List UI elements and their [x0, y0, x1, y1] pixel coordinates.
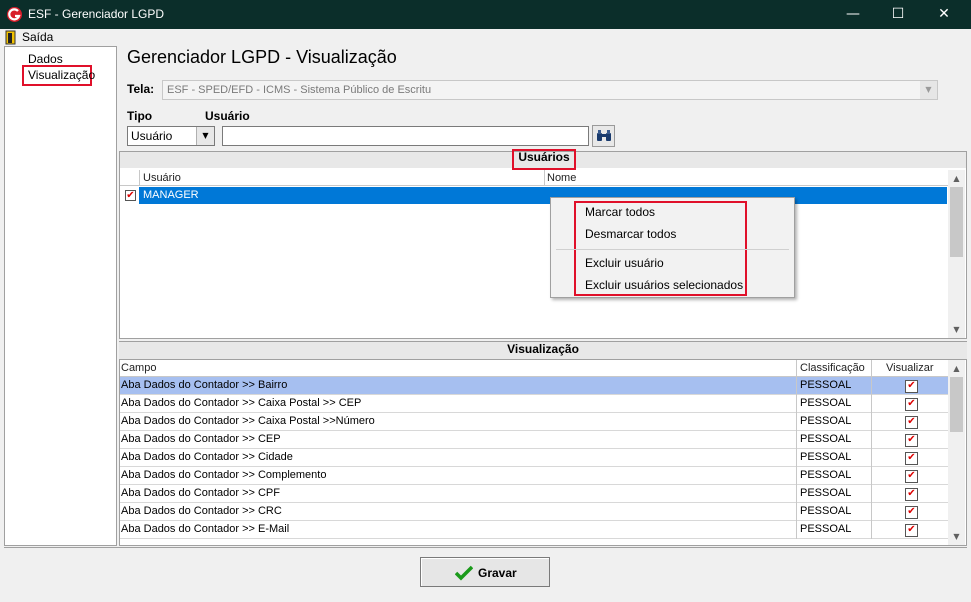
visualizar-checkbox[interactable]: ✔ — [905, 380, 918, 393]
checkmark-icon: ✔ — [907, 380, 916, 391]
window-title: ESF - Gerenciador LGPD — [28, 7, 165, 21]
search-button[interactable] — [592, 125, 615, 147]
users-panel-title: Usuários — [518, 150, 570, 164]
bottom-separator — [4, 547, 967, 548]
navigation-tree — [4, 46, 117, 546]
cell-classificacao: PESSOAL — [800, 379, 852, 391]
visualizar-checkbox[interactable]: ✔ — [905, 524, 918, 537]
cell-classificacao: PESSOAL — [800, 505, 852, 517]
checkmark-icon: ✔ — [907, 470, 916, 481]
checkmark-icon: ✔ — [907, 416, 916, 427]
page-title: Gerenciador LGPD - Visualização — [127, 47, 397, 67]
checkmark-icon: ✔ — [907, 434, 916, 445]
maximize-button[interactable]: ☐ — [875, 0, 921, 29]
exit-door-icon[interactable] — [5, 30, 16, 45]
table-row[interactable]: Aba Dados do Contador >> CEP PESSOAL ✔ — [120, 431, 948, 449]
checkmark-icon: ✔ — [907, 488, 916, 499]
cell-campo: Aba Dados do Contador >> Complemento — [121, 469, 327, 481]
visualizar-checkbox[interactable]: ✔ — [905, 470, 918, 483]
cell-classificacao: PESSOAL — [800, 433, 852, 445]
scroll-up-icon[interactable]: ▲ — [948, 170, 965, 187]
save-button[interactable]: Gravar — [420, 557, 550, 587]
cell-classificacao: PESSOAL — [800, 523, 852, 535]
table-row[interactable]: Aba Dados do Contador >> Caixa Postal >>… — [120, 413, 948, 431]
visualizar-checkbox[interactable]: ✔ — [905, 434, 918, 447]
visualizar-checkbox[interactable]: ✔ — [905, 488, 918, 501]
cell-campo: Aba Dados do Contador >> E-Mail — [121, 523, 290, 535]
cell-campo: Aba Dados do Contador >> Cidade — [121, 451, 293, 463]
users-column-header: Usuário Nome — [120, 170, 948, 186]
binoculars-icon — [596, 130, 611, 141]
scroll-down-icon[interactable]: ▼ — [948, 321, 965, 338]
scrollbar-thumb[interactable] — [950, 187, 963, 257]
tela-label: Tela: — [127, 82, 155, 96]
column-header-campo[interactable]: Campo — [121, 362, 156, 374]
menu-item-excluir-selecionados[interactable]: Excluir usuários selecionados — [585, 278, 743, 292]
table-row[interactable]: Aba Dados do Contador >> CRC PESSOAL ✔ — [120, 503, 948, 521]
table-row[interactable]: Aba Dados do Contador >> Complemento PES… — [120, 467, 948, 485]
cell-campo: Aba Dados do Contador >> Bairro — [121, 379, 288, 391]
checkmark-icon: ✔ — [907, 506, 916, 517]
menu-bar — [0, 29, 971, 46]
user-row-usuario: MANAGER — [143, 189, 199, 201]
visualizar-checkbox[interactable]: ✔ — [905, 416, 918, 429]
column-header-visualizar[interactable]: Visualizar — [886, 362, 934, 374]
chevron-down-icon[interactable]: ▼ — [920, 81, 937, 99]
cell-classificacao: PESSOAL — [800, 469, 852, 481]
tipo-label: Tipo — [127, 109, 153, 123]
column-header-nome[interactable]: Nome — [547, 172, 576, 184]
visualizar-checkbox[interactable]: ✔ — [905, 506, 918, 519]
table-row[interactable]: Aba Dados do Contador >> Bairro PESSOAL … — [120, 377, 948, 395]
cell-classificacao: PESSOAL — [800, 487, 852, 499]
minimize-button[interactable]: — — [830, 0, 876, 29]
checkmark-icon: ✔ — [907, 524, 916, 535]
visualizacao-column-header: Campo Classificação Visualizar — [120, 360, 948, 377]
cell-campo: Aba Dados do Contador >> Caixa Postal >>… — [121, 415, 375, 427]
user-row-checkbox[interactable]: ✔ — [125, 190, 136, 201]
table-row[interactable]: MANAGER — [139, 187, 947, 204]
scrollbar-thumb[interactable] — [950, 377, 963, 432]
checkmark-icon: ✔ — [126, 190, 135, 201]
menu-item-excluir-usuario[interactable]: Excluir usuário — [585, 256, 664, 270]
visualizacao-panel-title: Visualização — [507, 342, 579, 356]
cell-campo: Aba Dados do Contador >> CRC — [121, 505, 282, 517]
cell-classificacao: PESSOAL — [800, 397, 852, 409]
scroll-up-icon[interactable]: ▲ — [948, 360, 965, 377]
menu-exit[interactable]: Saída — [22, 30, 53, 44]
cell-campo: Aba Dados do Contador >> Caixa Postal >>… — [121, 397, 362, 409]
users-scrollbar[interactable]: ▲ ▼ — [948, 170, 965, 338]
tree-item-visualizacao[interactable]: Visualização — [28, 68, 95, 82]
cell-classificacao: PESSOAL — [800, 415, 852, 427]
menu-item-marcar-todos[interactable]: Marcar todos — [585, 205, 655, 219]
table-row[interactable]: Aba Dados do Contador >> CPF PESSOAL ✔ — [120, 485, 948, 503]
close-button[interactable]: ✕ — [921, 0, 967, 29]
usuario-label: Usuário — [205, 109, 250, 123]
cell-classificacao: PESSOAL — [800, 451, 852, 463]
column-header-usuario[interactable]: Usuário — [143, 172, 181, 184]
table-row[interactable]: Aba Dados do Contador >> Caixa Postal >>… — [120, 395, 948, 413]
app-logo-icon — [7, 7, 22, 22]
table-row[interactable]: Aba Dados do Contador >> Cidade PESSOAL … — [120, 449, 948, 467]
checkmark-icon: ✔ — [907, 398, 916, 409]
cell-campo: Aba Dados do Contador >> CEP — [121, 433, 281, 445]
visualizacao-scrollbar[interactable]: ▲ ▼ — [948, 360, 965, 545]
cell-campo: Aba Dados do Contador >> CPF — [121, 487, 280, 499]
scroll-down-icon[interactable]: ▼ — [948, 528, 965, 545]
save-button-label: Gravar — [478, 566, 517, 580]
table-row[interactable]: Aba Dados do Contador >> E-Mail PESSOAL … — [120, 521, 948, 539]
checkmark-icon — [455, 565, 473, 581]
tree-item-dados[interactable]: Dados — [28, 52, 63, 66]
menu-item-desmarcar-todos[interactable]: Desmarcar todos — [585, 227, 676, 241]
visualizar-checkbox[interactable]: ✔ — [905, 398, 918, 411]
chevron-down-icon[interactable]: ▼ — [196, 127, 214, 145]
tela-select[interactable]: ESF - SPED/EFD - ICMS - Sistema Público … — [162, 80, 938, 100]
menu-separator — [556, 249, 789, 250]
visualizar-checkbox[interactable]: ✔ — [905, 452, 918, 465]
column-header-classificacao[interactable]: Classificação — [800, 362, 865, 374]
checkmark-icon: ✔ — [907, 452, 916, 463]
usuario-input[interactable] — [222, 126, 589, 146]
